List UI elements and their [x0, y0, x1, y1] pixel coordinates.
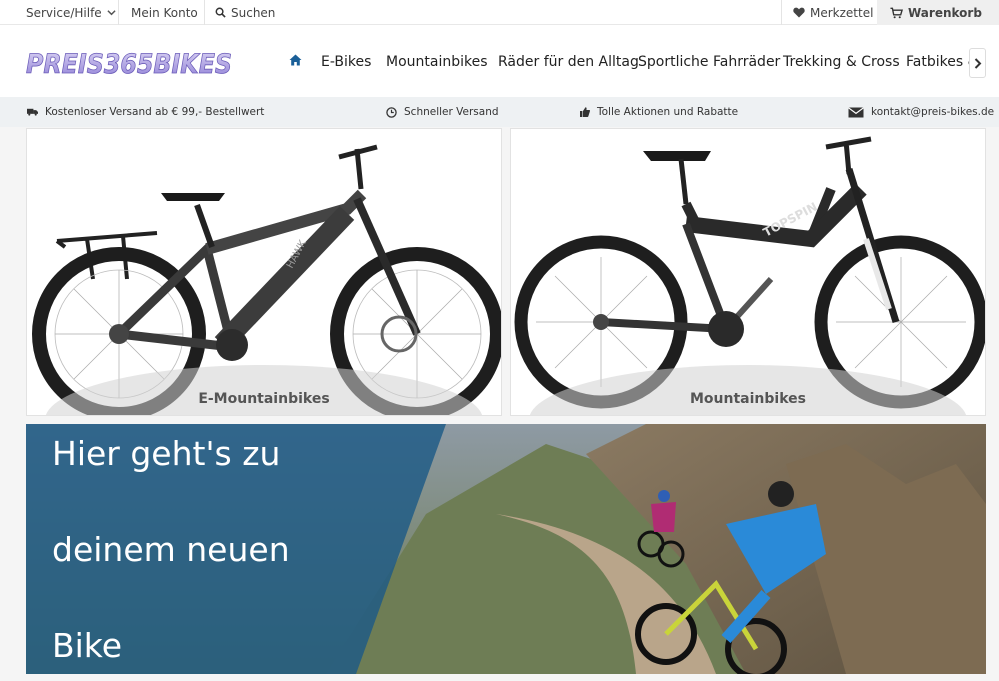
banner-headline-line-3: Bike [52, 626, 123, 665]
main-header: PREIS365BIKES E-Bikes Mountainbikes Räde… [0, 25, 999, 97]
banner-headline-line-1: Hier geht's zu [52, 434, 281, 473]
category-tile-e-mountainbikes[interactable]: HAWK E-Mountainbikes [26, 128, 502, 416]
search-label: Suchen [231, 5, 276, 20]
tile-label-mountainbikes: Mountainbikes [690, 391, 806, 407]
promo-banner[interactable]: Hier geht's zu deinem neuen Bike [26, 424, 986, 674]
cart-button[interactable]: Warenkorb [890, 0, 982, 25]
heart-icon [793, 7, 805, 18]
truck-icon [27, 108, 38, 116]
divider [781, 0, 782, 25]
clock-icon [386, 106, 397, 118]
usp-fast-shipping-label: Schneller Versand [404, 106, 499, 118]
usp-free-shipping-label: Kostenloser Versand ab € 99,- Bestellwer… [45, 106, 265, 118]
usp-fast-shipping: Schneller Versand [386, 97, 499, 127]
thumbs-up-icon [580, 107, 590, 117]
home-icon [289, 54, 302, 66]
search-link[interactable]: Suchen [215, 0, 275, 25]
divider [204, 0, 205, 25]
banner-headline-line-2: deinem neuen [52, 530, 290, 569]
search-icon [215, 7, 226, 18]
cart-icon [890, 7, 903, 18]
chevron-right-icon [974, 57, 981, 69]
envelope-icon [848, 106, 864, 117]
home-nav-item[interactable] [289, 54, 302, 70]
usp-bar: Kostenloser Versand ab € 99,- Bestellwer… [0, 97, 999, 127]
nav-item-sportliche[interactable]: Sportliche Fahrräder [638, 54, 780, 70]
nav-item-e-bikes[interactable]: E-Bikes [321, 54, 371, 70]
usp-promotions-label: Tolle Aktionen und Rabatte [597, 106, 739, 118]
usp-contact-email-label: kontakt@preis-bikes.de [871, 106, 995, 118]
cart-label: Warenkorb [908, 5, 982, 20]
nav-scroll-right-button[interactable] [969, 48, 986, 78]
nav-item-alltag[interactable]: Räder für den Alltag [498, 54, 639, 70]
category-tile-mountainbikes[interactable]: TOPSPIN Mountainbikes [510, 128, 986, 416]
my-account-link[interactable]: Mein Konto [131, 0, 198, 25]
logo-graphic: PREIS365BIKES [26, 49, 233, 81]
usp-contact-email[interactable]: kontakt@preis-bikes.de [848, 97, 994, 127]
nav-item-fatbikes[interactable]: Fatbikes & [906, 54, 979, 70]
nav-item-mountainbikes[interactable]: Mountainbikes [386, 54, 488, 70]
top-bar: Service/Hilfe Mein Konto Suchen Merkzett… [0, 0, 999, 25]
service-help-menu[interactable]: Service/Hilfe [26, 0, 116, 25]
divider [118, 0, 119, 25]
service-help-label: Service/Hilfe [26, 5, 102, 20]
tile-label-e-mountainbikes: E-Mountainbikes [198, 391, 330, 407]
wishlist-label: Merkzettel [810, 5, 874, 20]
chevron-down-icon [107, 10, 116, 16]
site-logo[interactable]: PREIS365BIKES [26, 47, 234, 81]
usp-promotions: Tolle Aktionen und Rabatte [580, 97, 738, 127]
svg-text:PREIS365BIKES: PREIS365BIKES [26, 49, 232, 77]
wishlist-link[interactable]: Merkzettel [793, 0, 873, 25]
my-account-label: Mein Konto [131, 5, 198, 20]
nav-item-trekking-cross[interactable]: Trekking & Cross [783, 54, 900, 70]
usp-free-shipping: Kostenloser Versand ab € 99,- Bestellwer… [27, 97, 264, 127]
